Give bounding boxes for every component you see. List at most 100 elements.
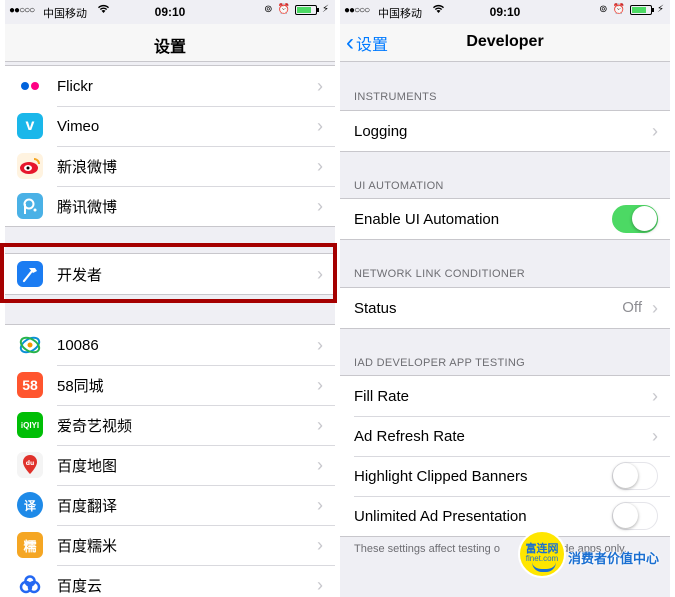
section-header-instruments: INSTRUMENTS: [354, 91, 437, 103]
fill-rate-row[interactable]: Fill Rate ›: [340, 376, 670, 416]
chevron-right-icon: ›: [317, 116, 323, 136]
chevron-right-icon: ›: [652, 386, 658, 406]
settings-row-58[interactable]: 58 58同城 ›: [5, 365, 335, 405]
row-label: Status: [354, 299, 397, 317]
battery-icon: [629, 4, 654, 15]
watermark: 富连网 flnet.com 消费者价值中心: [518, 530, 673, 580]
chevron-right-icon: ›: [317, 76, 323, 96]
developer-group: 开发者 ›: [5, 253, 335, 295]
baidu-map-icon: du: [17, 452, 43, 478]
battery-level: [631, 6, 647, 13]
logging-row[interactable]: Logging ›: [340, 111, 670, 151]
row-label: Ad Refresh Rate: [354, 427, 465, 445]
row-label: 百度糯米: [57, 537, 118, 555]
chevron-right-icon: ›: [317, 375, 323, 395]
navigation-bar: ‹ 设置 Developer: [340, 24, 670, 62]
charging-icon: ⚡: [321, 4, 329, 15]
settings-row-developer[interactable]: 开发者 ›: [5, 254, 335, 294]
row-label: 58同城: [57, 377, 104, 395]
page-title: Developer: [466, 33, 544, 50]
chevron-right-icon: ›: [652, 426, 658, 446]
chevron-right-icon: ›: [317, 535, 323, 555]
instruments-group: Logging ›: [340, 110, 670, 152]
china-mobile-icon: [17, 332, 43, 358]
chevron-right-icon: ›: [317, 335, 323, 355]
baidu-map-glyph: du: [26, 460, 35, 467]
ad-refresh-rate-row[interactable]: Ad Refresh Rate ›: [340, 416, 670, 456]
toggle-knob: [613, 503, 638, 528]
row-label: 百度翻译: [57, 497, 118, 515]
enable-ui-automation-row: Enable UI Automation: [340, 199, 670, 239]
watermark-logo: 富连网 flnet.com: [518, 530, 566, 578]
chevron-right-icon: ›: [317, 156, 323, 176]
section-header-ui-automation: UI AUTOMATION: [354, 180, 444, 192]
settings-row-weibo[interactable]: 新浪微博 ›: [5, 146, 335, 186]
settings-row-iqiyi[interactable]: iQIYI 爱奇艺视频 ›: [5, 405, 335, 445]
baidu-nuomi-icon: 糯: [17, 532, 43, 558]
row-label: Highlight Clipped Banners: [354, 467, 528, 485]
enable-ui-automation-toggle[interactable]: [612, 205, 658, 233]
row-label: Fill Rate: [354, 387, 410, 405]
row-label: 开发者: [57, 266, 103, 284]
battery-icon: [294, 4, 319, 15]
settings-row-baidu-translate[interactable]: 译 百度翻译 ›: [5, 485, 335, 525]
unlimited-ad-presentation-toggle[interactable]: [612, 502, 658, 530]
ui-automation-group: Enable UI Automation: [340, 198, 670, 240]
baidu-translate-icon: 译: [17, 492, 43, 518]
row-label: Flickr: [57, 77, 93, 95]
settings-row-tencent-weibo[interactable]: 腾讯微博 ›: [5, 186, 335, 226]
highlight-clipped-banners-row: Highlight Clipped Banners: [340, 456, 670, 496]
status-bar: ●●○○○ 中国移动 09:10 ⊚ ⏰ ⚡: [5, 0, 335, 24]
settings-row-vimeo[interactable]: v Vimeo ›: [5, 106, 335, 146]
settings-row-baidu-map[interactable]: du 百度地图 ›: [5, 445, 335, 485]
row-label: Vimeo: [57, 117, 100, 135]
toggle-knob: [613, 463, 638, 488]
row-label: 新浪微博: [57, 158, 118, 176]
iqiyi-icon: iQIYI: [17, 412, 43, 438]
settings-row-flickr[interactable]: Flickr ›: [5, 66, 335, 106]
58-icon: 58: [17, 372, 43, 398]
row-label: 百度地图: [57, 457, 118, 475]
highlight-clipped-banners-toggle[interactable]: [612, 462, 658, 490]
social-accounts-group: Flickr › v Vimeo › 新浪微博 › 腾讯微博 ›: [5, 65, 335, 227]
row-label: Enable UI Automation: [354, 210, 500, 228]
status-bar: ●●○○○ 中国移动 09:10 ⊚ ⏰ ⚡: [340, 0, 670, 24]
smile-icon: [532, 562, 556, 572]
chevron-right-icon: ›: [317, 495, 323, 515]
row-label: Logging: [354, 122, 408, 140]
row-label: 腾讯微博: [57, 198, 118, 216]
row-label: Unlimited Ad Presentation: [354, 507, 527, 525]
flickr-icon: [17, 73, 43, 99]
navigation-bar: 设置: [5, 24, 335, 62]
orientation-lock-icon: ⊚: [599, 4, 608, 15]
iad-testing-group: Fill Rate › Ad Refresh Rate › Highlight …: [340, 375, 670, 537]
charging-icon: ⚡: [656, 4, 664, 15]
network-link-conditioner-group: Status Off ›: [340, 287, 670, 329]
settings-row-10086[interactable]: 10086 ›: [5, 325, 335, 365]
row-label: 百度云: [57, 577, 103, 595]
alarm-icon: ⏰: [612, 4, 625, 15]
alarm-icon: ⏰: [277, 4, 290, 15]
section-header-network-link-conditioner: NETWORK LINK CONDITIONER: [354, 268, 525, 280]
settings-panel: ●●○○○ 中国移动 09:10 ⊚ ⏰ ⚡ 设置 Flickr › v Vim…: [5, 0, 335, 597]
orientation-lock-icon: ⊚: [264, 4, 273, 15]
tencent-weibo-icon: [17, 193, 43, 219]
developer-hammer-icon: [17, 261, 43, 287]
settings-row-baidu-cloud[interactable]: 百度云 ›: [5, 565, 335, 597]
battery-level: [296, 6, 312, 13]
chevron-right-icon: ›: [317, 264, 323, 284]
status-row[interactable]: Status Off ›: [340, 288, 670, 328]
chevron-right-icon: ›: [317, 455, 323, 475]
page-title: 设置: [153, 39, 186, 56]
settings-row-baidu-nuomi[interactable]: 糯 百度糯米 ›: [5, 525, 335, 565]
chevron-right-icon: ›: [652, 121, 658, 141]
developer-panel: ●●○○○ 中国移动 09:10 ⊚ ⏰ ⚡ ‹ 设置 Developer IN…: [340, 0, 670, 597]
row-label: 爱奇艺视频: [57, 417, 133, 435]
apps-group: 10086 › 58 58同城 › iQIYI 爱奇艺视频 › du 百度地图 …: [5, 324, 335, 597]
status-value: Off: [622, 299, 642, 316]
chevron-right-icon: ›: [317, 415, 323, 435]
vimeo-icon: v: [17, 113, 43, 139]
watermark-text: 消费者价值中心: [568, 551, 660, 566]
chevron-right-icon: ›: [317, 575, 323, 595]
toggle-knob: [632, 206, 657, 231]
